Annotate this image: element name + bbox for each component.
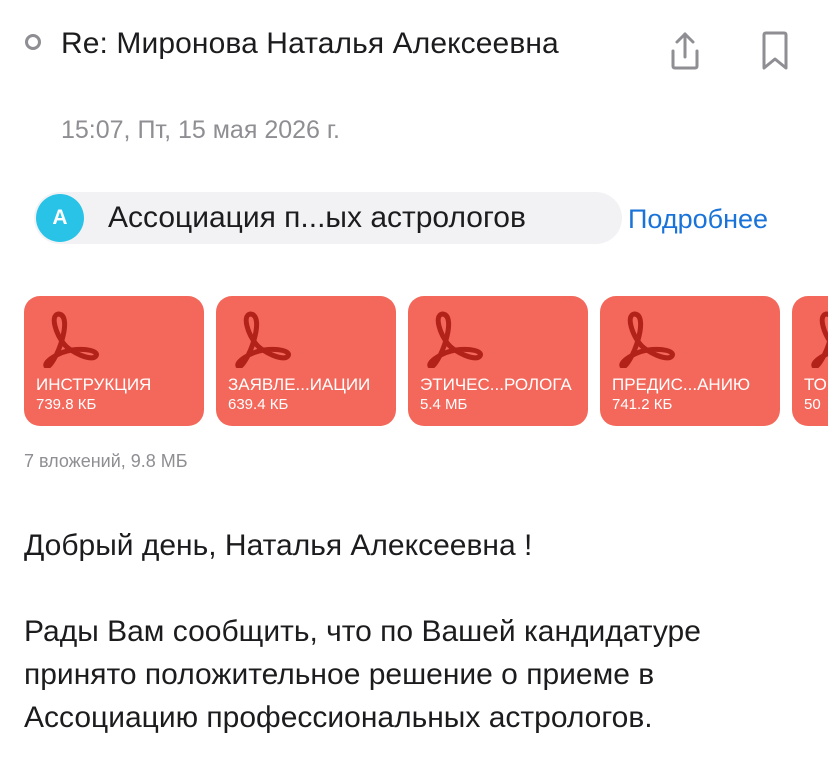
pdf-icon — [427, 311, 483, 368]
sender-chip[interactable]: A Ассоциация п...ых астрологов — [34, 192, 622, 244]
attachments-strip[interactable]: ИНСТРУКЦИЯ 739.8 КБ ЗАЯВЛЕ...ИАЦИИ 639.4… — [0, 296, 828, 426]
attachment-name: ТО — [804, 375, 827, 394]
pdf-icon — [235, 311, 291, 368]
email-subject: Re: Миронова Наталья Алексеевна — [61, 27, 559, 60]
unread-indicator — [25, 34, 41, 50]
message-greeting: Добрый день, Наталья Алексеевна ! — [24, 529, 533, 562]
attachment-name: ЭТИЧЕС...РОЛОГА — [420, 375, 572, 394]
attachment-size: 5.4 МБ — [420, 396, 468, 413]
attachment-tile[interactable]: ЭТИЧЕС...РОЛОГА 5.4 МБ — [408, 296, 588, 426]
attachment-size: 739.8 КБ — [36, 396, 97, 413]
attachment-size: 741.2 КБ — [612, 396, 673, 413]
sender-name: Ассоциация п...ых астрологов — [108, 201, 526, 234]
attachment-name: ИНСТРУКЦИЯ — [36, 375, 152, 394]
pdf-icon — [619, 311, 675, 368]
attachment-tile[interactable]: ЗАЯВЛЕ...ИАЦИИ 639.4 КБ — [216, 296, 396, 426]
attachment-tile[interactable]: ИНСТРУКЦИЯ 739.8 КБ — [24, 296, 204, 426]
attachment-size: 639.4 КБ — [228, 396, 289, 413]
details-link[interactable]: Подробнее — [628, 201, 768, 237]
avatar: A — [36, 194, 84, 242]
attachment-name: ПРЕДИС...АНИЮ — [612, 375, 751, 394]
attachment-name: ЗАЯВЛЕ...ИАЦИИ — [228, 375, 371, 394]
attachment-tile[interactable]: ПРЕДИС...АНИЮ 741.2 КБ — [600, 296, 780, 426]
pdf-icon — [811, 311, 828, 368]
attachments-summary: 7 вложений, 9.8 МБ — [24, 451, 188, 471]
share-icon[interactable] — [665, 30, 705, 72]
pdf-icon — [43, 311, 99, 368]
email-date: 15:07, Пт, 15 мая 2026 г. — [61, 116, 340, 144]
bookmark-icon[interactable] — [755, 30, 795, 72]
attachment-tile[interactable]: ТО 50 — [792, 296, 828, 426]
message-text: Рады Вам сообщить, что по Вашей кандидат… — [24, 615, 701, 734]
attachment-size: 50 — [804, 396, 821, 413]
